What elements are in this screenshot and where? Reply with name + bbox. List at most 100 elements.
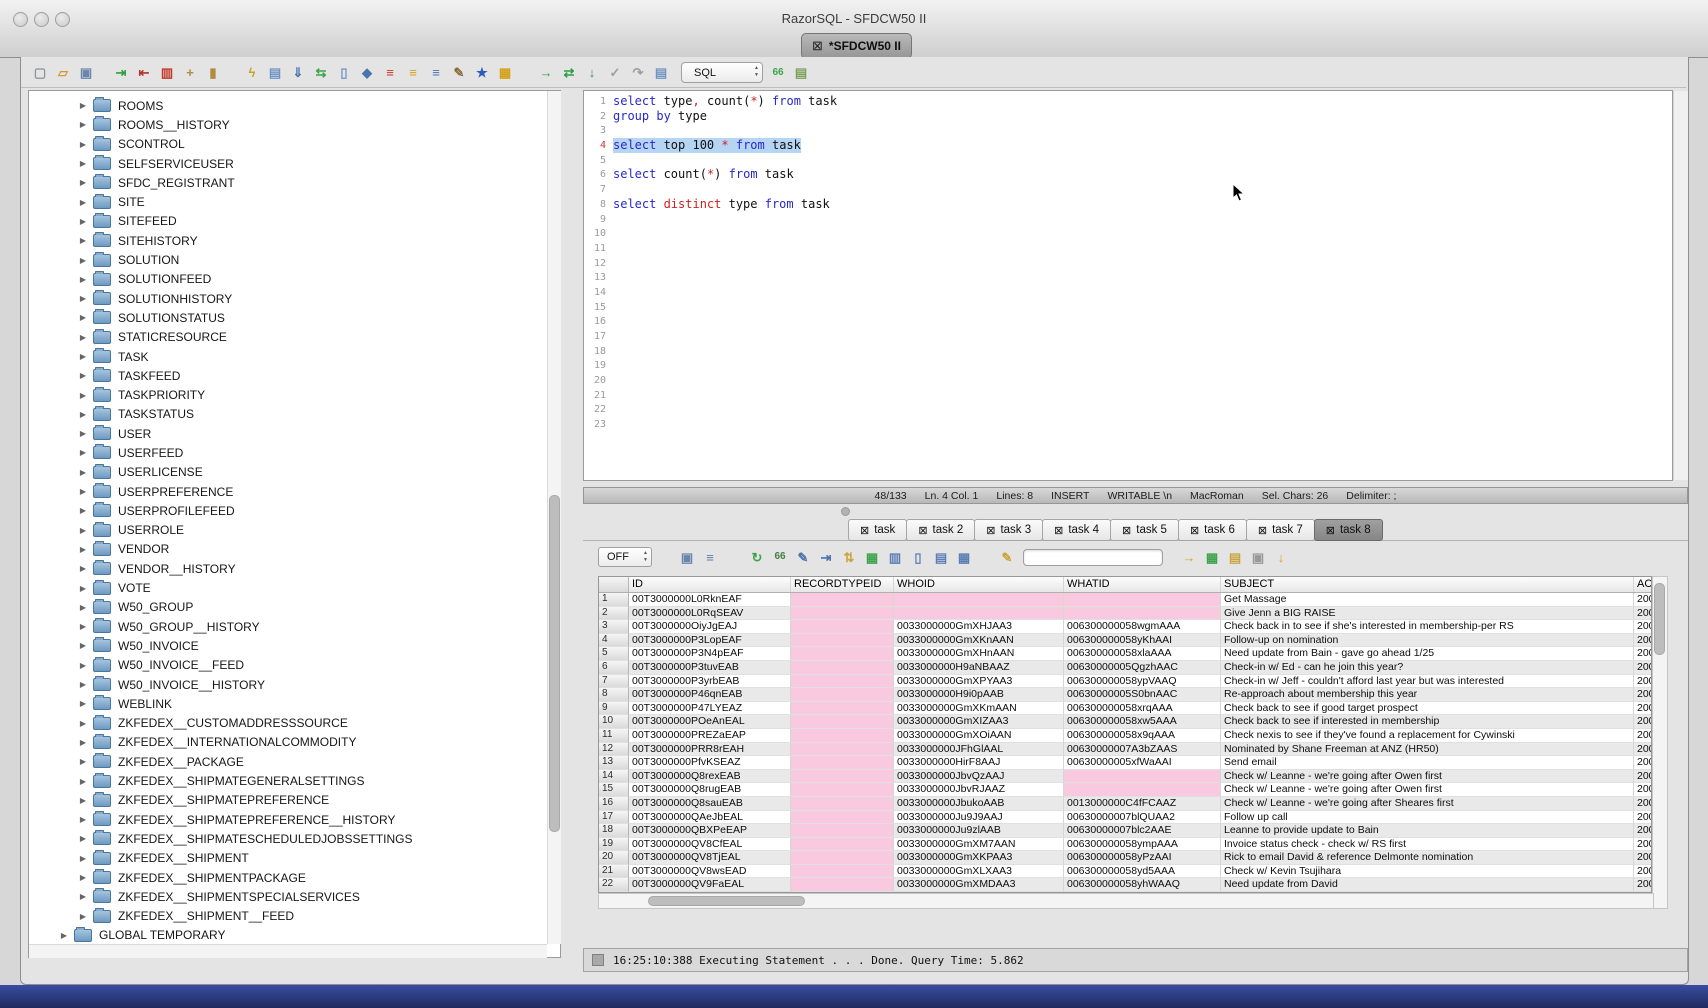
table-cell[interactable]: 200 bbox=[1634, 824, 1652, 838]
compare-icon[interactable]: ⇆ bbox=[312, 64, 330, 82]
disclosure-triangle-icon[interactable]: ▶ bbox=[76, 622, 90, 631]
table-cell[interactable]: 0033000000JbvQzAAJ bbox=[894, 770, 1064, 784]
highlight-search-icon[interactable]: ✎ bbox=[998, 548, 1016, 566]
disclosure-triangle-icon[interactable]: ▶ bbox=[76, 584, 90, 593]
table-cell[interactable]: 200 bbox=[1634, 634, 1652, 648]
table-cell[interactable]: Check-in w/ Ed - can he join this year? bbox=[1221, 661, 1634, 675]
table-cell[interactable]: 200 bbox=[1634, 770, 1652, 784]
tree-item[interactable]: ▶W50_INVOICE__FEED bbox=[29, 656, 560, 675]
row-number-cell[interactable]: 16 bbox=[599, 797, 629, 811]
table-cell[interactable]: Check back in to see if she's interested… bbox=[1221, 620, 1634, 634]
tree-item[interactable]: ▶ZKFEDEX__SHIPMATEPREFERENCE bbox=[29, 791, 560, 810]
tree-item[interactable]: ▶SCONTROL bbox=[29, 135, 560, 154]
execute-script-icon[interactable]: ϟ bbox=[243, 64, 261, 82]
table-cell[interactable] bbox=[791, 851, 894, 865]
table-cell[interactable]: Send email bbox=[1221, 756, 1634, 770]
close-tab-icon[interactable]: ⊠ bbox=[918, 524, 927, 537]
disclosure-triangle-icon[interactable]: ▶ bbox=[76, 777, 90, 786]
table-cell[interactable]: 0033000000GmXHnAAN bbox=[894, 647, 1064, 661]
tree-item[interactable]: ▶ROOMS__HISTORY bbox=[29, 115, 560, 134]
table-cell[interactable]: 00T3000000PRR8rEAH bbox=[629, 743, 791, 757]
tree-item[interactable]: ▶USERFEED bbox=[29, 443, 560, 462]
table-cell[interactable]: 200 bbox=[1634, 702, 1652, 716]
tree-item[interactable]: ▶ZKFEDEX__SHIPMATEGENERALSETTINGS bbox=[29, 771, 560, 790]
tree-item[interactable]: ▶GLOBAL TEMPORARY bbox=[29, 926, 560, 945]
tree-item[interactable]: ▶TASKFEED bbox=[29, 366, 560, 385]
table-cell[interactable]: Check w/ Leanne - we're going after Shea… bbox=[1221, 797, 1634, 811]
tree-item[interactable]: ▶ZKFEDEX__SHIPMATEPREFERENCE__HISTORY bbox=[29, 810, 560, 829]
table-cell[interactable]: Check w/ Leanne - we're going after Owen… bbox=[1221, 770, 1634, 784]
table-cell[interactable] bbox=[791, 593, 894, 607]
disclosure-triangle-icon[interactable]: ▶ bbox=[76, 487, 90, 496]
tree-item[interactable]: ▶SITEHISTORY bbox=[29, 231, 560, 250]
table-cell[interactable]: 00630000007blQUAA2 bbox=[1064, 811, 1221, 825]
export-results-icon[interactable]: ▦ bbox=[1203, 548, 1221, 566]
row-number-cell[interactable]: 20 bbox=[599, 851, 629, 865]
table-cell[interactable] bbox=[1064, 607, 1221, 621]
table-cell[interactable] bbox=[791, 865, 894, 879]
tree-item[interactable]: ▶ZKFEDEX__SHIPMENT__FEED bbox=[29, 906, 560, 925]
notebook-icon[interactable]: ▯ bbox=[335, 64, 353, 82]
table-cell[interactable]: 006300000058yKhAAI bbox=[1064, 634, 1221, 648]
disclosure-triangle-icon[interactable]: ▶ bbox=[76, 834, 90, 843]
sort-lines-icon[interactable]: ≡ bbox=[404, 64, 422, 82]
row-number-cell[interactable]: 6 bbox=[599, 661, 629, 675]
table-cell[interactable]: 00T3000000P47LYEAZ bbox=[629, 702, 791, 716]
splitter-handle[interactable] bbox=[841, 507, 850, 516]
table-cell[interactable]: 200 bbox=[1634, 661, 1652, 675]
disclosure-triangle-icon[interactable]: ▶ bbox=[76, 101, 90, 110]
tree-item[interactable]: ▶VOTE bbox=[29, 578, 560, 597]
connect-db-icon[interactable]: ⇥ bbox=[112, 64, 130, 82]
table-row[interactable]: 1600T3000000Q8sauEAB0033000000JbukoAAB00… bbox=[599, 797, 1651, 811]
table-cell[interactable]: 006300000058yPzAAI bbox=[1064, 851, 1221, 865]
favorites-icon[interactable]: ★ bbox=[473, 64, 491, 82]
disclosure-triangle-icon[interactable]: ▶ bbox=[76, 545, 90, 554]
column-header[interactable]: WHATID bbox=[1064, 577, 1221, 592]
table-cell[interactable]: 00T3000000P3N4pEAF bbox=[629, 647, 791, 661]
table-row[interactable]: 1200T3000000PRR8rEAH0033000000JFhGlAAL00… bbox=[599, 743, 1651, 757]
refresh-table-icon[interactable]: ▦ bbox=[863, 548, 881, 566]
table-cell[interactable]: 00T3000000L0RknEAF bbox=[629, 593, 791, 607]
table-cell[interactable]: Check-in w/ Jeff - couldn't afford last … bbox=[1221, 675, 1634, 689]
table-cell[interactable] bbox=[791, 743, 894, 757]
tree-item[interactable]: ▶W50_INVOICE__HISTORY bbox=[29, 675, 560, 694]
save-icon[interactable]: ▣ bbox=[77, 64, 95, 82]
disclosure-triangle-icon[interactable]: ▶ bbox=[76, 159, 90, 168]
table-cell[interactable]: 0033000000JbvRJAAZ bbox=[894, 783, 1064, 797]
insert-record-icon[interactable]: ⇥ bbox=[817, 548, 835, 566]
tree-item[interactable]: ▶SITE bbox=[29, 192, 560, 211]
table-row[interactable]: 2000T3000000QV8TjEAL0033000000GmXKPAA300… bbox=[599, 851, 1651, 865]
disclosure-triangle-icon[interactable]: ▶ bbox=[57, 931, 71, 940]
disclosure-triangle-icon[interactable]: ▶ bbox=[76, 120, 90, 129]
open-file-icon[interactable]: ▱ bbox=[54, 64, 72, 82]
table-cell[interactable] bbox=[791, 647, 894, 661]
tree-item[interactable]: ▶TASKPRIORITY bbox=[29, 385, 560, 404]
format-sql-icon[interactable]: ✎ bbox=[450, 64, 468, 82]
table-cell[interactable]: 0033000000HirF8AAJ bbox=[894, 756, 1064, 770]
save-grid-icon[interactable]: ▣ bbox=[1249, 548, 1267, 566]
disclosure-triangle-icon[interactable]: ▶ bbox=[76, 333, 90, 342]
disclosure-triangle-icon[interactable]: ▶ bbox=[76, 410, 90, 419]
table-cell[interactable] bbox=[791, 634, 894, 648]
sql-editor[interactable]: 1select type, count(*) from task2group b… bbox=[583, 90, 1673, 481]
tree-scrollbar-thumb[interactable] bbox=[549, 495, 560, 832]
view-record-icon[interactable]: 66 bbox=[771, 548, 789, 566]
tree-item[interactable]: ▶USERROLE bbox=[29, 521, 560, 540]
table-cell[interactable] bbox=[791, 797, 894, 811]
table-row[interactable]: 1100T3000000PREZaEAP0033000000GmXOiAAN00… bbox=[599, 729, 1651, 743]
disclosure-triangle-icon[interactable]: ▶ bbox=[76, 448, 90, 457]
table-cell[interactable]: 200 bbox=[1634, 607, 1652, 621]
disclosure-triangle-icon[interactable]: ▶ bbox=[76, 796, 90, 805]
disclosure-triangle-icon[interactable]: ▶ bbox=[76, 526, 90, 535]
table-cell[interactable] bbox=[791, 878, 894, 892]
table-cell[interactable] bbox=[791, 756, 894, 770]
table-cell[interactable] bbox=[894, 593, 1064, 607]
tree-item[interactable]: ▶SELFSERVICEUSER bbox=[29, 154, 560, 173]
tree-item[interactable]: ▶ZKFEDEX__INTERNATIONALCOMMODITY bbox=[29, 733, 560, 752]
table-cell[interactable]: Check w/ Leanne - we're going after Owen… bbox=[1221, 783, 1634, 797]
table-row[interactable]: 500T3000000P3N4pEAF0033000000GmXHnAAN006… bbox=[599, 647, 1651, 661]
table-cell[interactable] bbox=[791, 620, 894, 634]
table-cell[interactable]: 200 bbox=[1634, 675, 1652, 689]
table-cell[interactable]: 00T3000000Q8rugEAB bbox=[629, 783, 791, 797]
table-row[interactable]: 200T3000000L0RqSEAVGive Jenn a BIG RAISE… bbox=[599, 607, 1651, 621]
